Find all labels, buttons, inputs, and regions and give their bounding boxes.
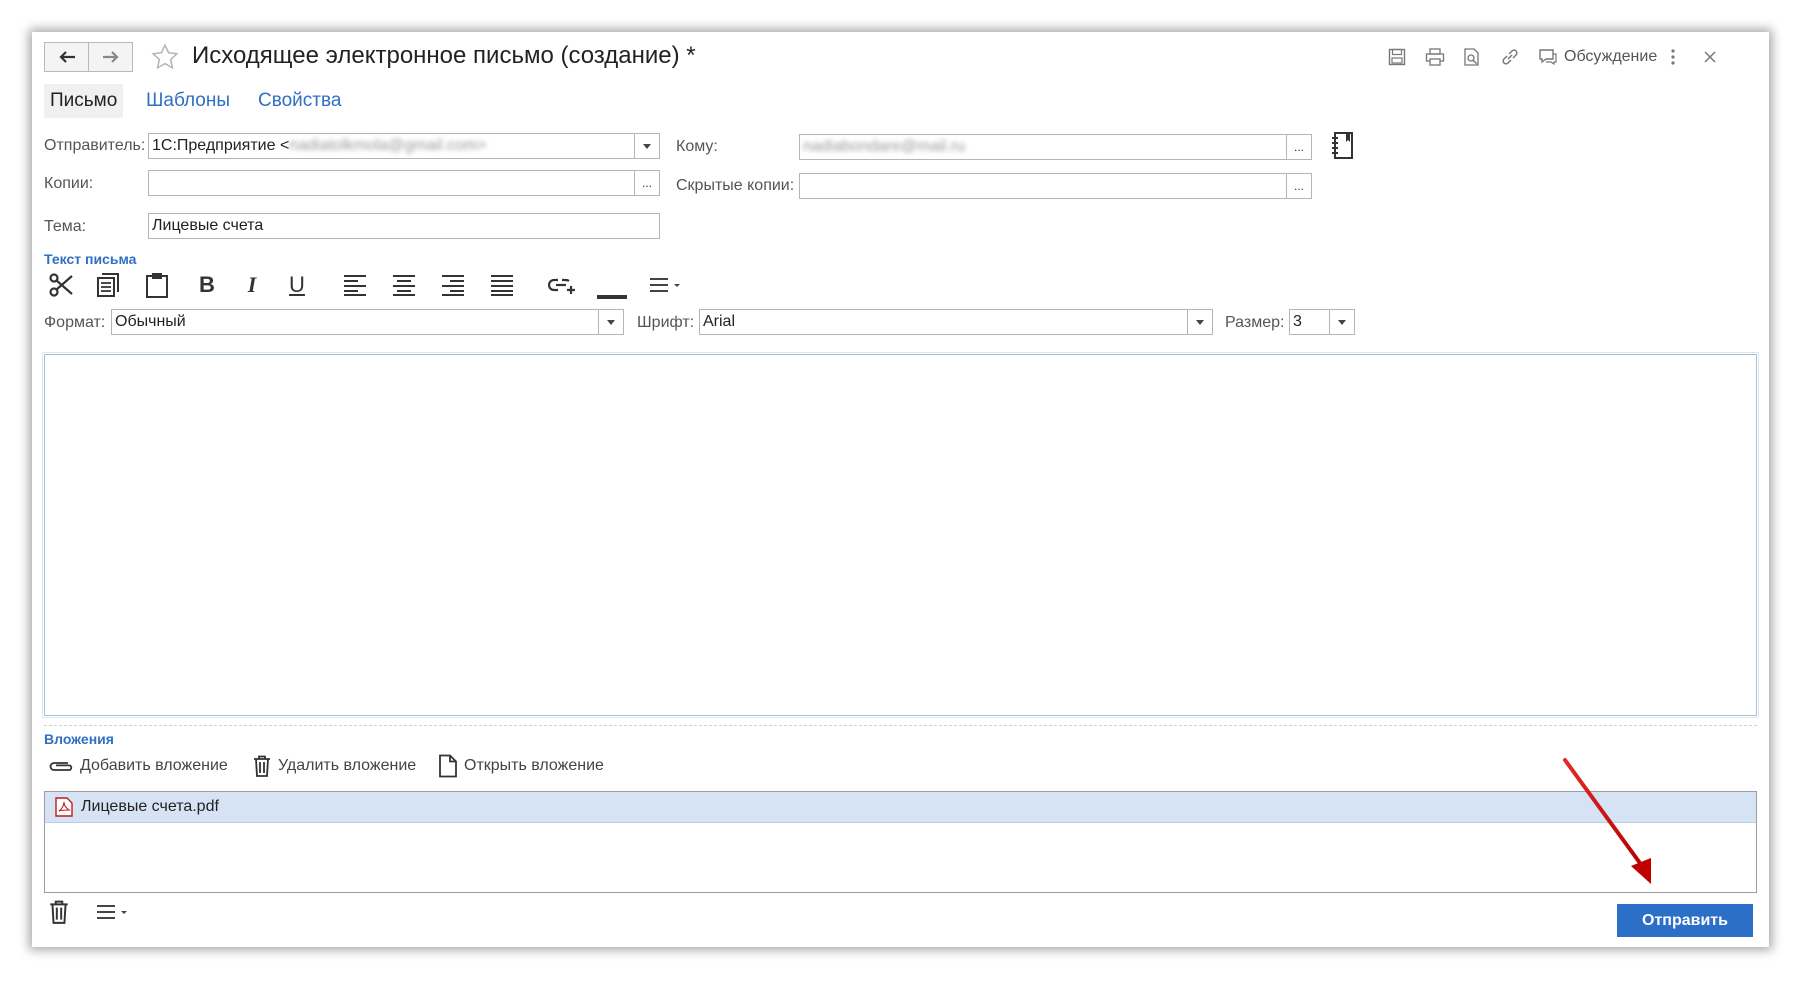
size-dropdown-button[interactable] — [1329, 310, 1354, 334]
to-email: nadiabondare@mail.ru — [803, 138, 966, 155]
add-attachment-button[interactable]: Добавить вложение — [48, 754, 228, 778]
bcc-label: Скрытые копии: — [676, 177, 795, 194]
trash-icon — [254, 755, 270, 777]
size-select[interactable]: 3 — [1289, 309, 1355, 335]
insert-link-icon[interactable] — [547, 269, 577, 301]
file-icon — [439, 754, 457, 778]
tab-templates[interactable]: Шаблоны — [140, 84, 236, 118]
open-attachment-label: Открыть вложение — [464, 757, 604, 774]
sender-field[interactable]: 1С:Предприятие <nadiatolkmola@gmail.com> — [148, 133, 660, 159]
arrow-left-icon — [58, 51, 75, 63]
subject-field[interactable]: Лицевые счета — [148, 213, 660, 239]
chevron-down-icon — [1338, 319, 1346, 325]
red-arrow-annotation — [1563, 758, 1651, 884]
chevron-down-icon — [643, 143, 651, 149]
to-select-button[interactable]: ... — [1286, 135, 1311, 159]
size-label: Размер: — [1225, 314, 1285, 331]
chevron-down-icon — [607, 319, 615, 325]
bcc-field[interactable]: ... — [799, 173, 1312, 199]
email-window: Исходящее электронное письмо (создание) … — [32, 32, 1769, 947]
back-button[interactable] — [44, 42, 89, 72]
format-dropdown-button[interactable] — [598, 310, 623, 334]
footer-more-menu-icon[interactable] — [96, 904, 130, 925]
align-right-icon[interactable] — [438, 269, 468, 301]
paperclip-icon — [49, 762, 73, 771]
chevron-down-icon — [1196, 319, 1204, 325]
save-icon[interactable] — [1386, 46, 1408, 68]
cut-icon[interactable] — [46, 269, 76, 301]
discussion-icon[interactable] — [1537, 46, 1559, 68]
address-book-icon[interactable] — [1330, 131, 1356, 166]
paste-icon[interactable] — [142, 269, 172, 301]
align-left-icon[interactable] — [340, 269, 370, 301]
preview-icon[interactable] — [1461, 46, 1483, 68]
subject-label: Тема: — [44, 218, 87, 235]
underline-icon[interactable]: U — [282, 269, 312, 301]
copies-select-button[interactable]: ... — [634, 171, 659, 195]
tab-letter[interactable]: Письмо — [44, 84, 124, 118]
discussion-button[interactable]: Обсуждение — [1564, 48, 1657, 66]
format-value: Обычный — [115, 313, 186, 330]
bcc-select-button[interactable]: ... — [1286, 174, 1311, 198]
sender-email: nadiatolkmola@gmail.com> — [289, 137, 487, 154]
to-label: Кому: — [676, 138, 718, 155]
send-button[interactable]: Отправить — [1617, 904, 1753, 937]
list-item[interactable]: Лицевые счета.pdf — [45, 792, 1756, 823]
to-field[interactable]: nadiabondare@mail.ru ... — [799, 134, 1312, 160]
align-center-icon[interactable] — [389, 269, 419, 301]
pdf-file-icon — [55, 797, 73, 817]
text-color-icon[interactable] — [597, 269, 627, 301]
format-label: Формат: — [44, 314, 106, 331]
add-attachment-label: Добавить вложение — [80, 757, 228, 774]
print-icon[interactable] — [1424, 46, 1446, 68]
attachments-list[interactable]: Лицевые счета.pdf — [44, 791, 1757, 893]
font-label: Шрифт: — [637, 314, 695, 331]
letter-text-section-title: Текст письма — [44, 251, 137, 267]
italic-icon[interactable]: I — [237, 269, 267, 301]
copies-label: Копии: — [44, 175, 94, 192]
favorite-star-icon[interactable] — [150, 42, 180, 77]
link-icon[interactable] — [1499, 46, 1521, 68]
sender-dropdown-button[interactable] — [634, 134, 659, 158]
copies-field[interactable]: ... — [148, 170, 660, 196]
delete-letter-icon[interactable] — [48, 900, 70, 929]
more-actions-icon[interactable] — [1662, 46, 1684, 68]
more-menu-icon[interactable] — [646, 269, 686, 301]
font-dropdown-button[interactable] — [1187, 310, 1212, 334]
tab-properties[interactable]: Свойства — [252, 84, 347, 118]
font-select[interactable]: Arial — [699, 309, 1213, 335]
format-select[interactable]: Обычный — [111, 309, 624, 335]
sender-label: Отправитель: — [44, 137, 146, 154]
delete-attachment-button[interactable]: Удалить вложение — [252, 754, 416, 778]
attachment-file-name: Лицевые счета.pdf — [81, 798, 219, 815]
align-justify-icon[interactable] — [487, 269, 517, 301]
copy-icon[interactable] — [94, 269, 124, 301]
bold-icon[interactable]: B — [192, 269, 222, 301]
close-icon[interactable] — [1699, 46, 1721, 68]
arrow-right-icon — [102, 51, 119, 63]
delete-attachment-label: Удалить вложение — [278, 757, 417, 774]
size-value: 3 — [1293, 313, 1302, 330]
page-title: Исходящее электронное письмо (создание) … — [192, 42, 696, 69]
forward-button[interactable] — [88, 42, 133, 72]
attachments-section-title: Вложения — [44, 731, 114, 747]
letter-body-editor[interactable] — [42, 352, 1759, 718]
open-attachment-button[interactable]: Открыть вложение — [438, 754, 604, 778]
sender-name: 1С:Предприятие < — [152, 137, 290, 154]
divider — [44, 725, 1757, 726]
font-value: Arial — [703, 313, 736, 330]
